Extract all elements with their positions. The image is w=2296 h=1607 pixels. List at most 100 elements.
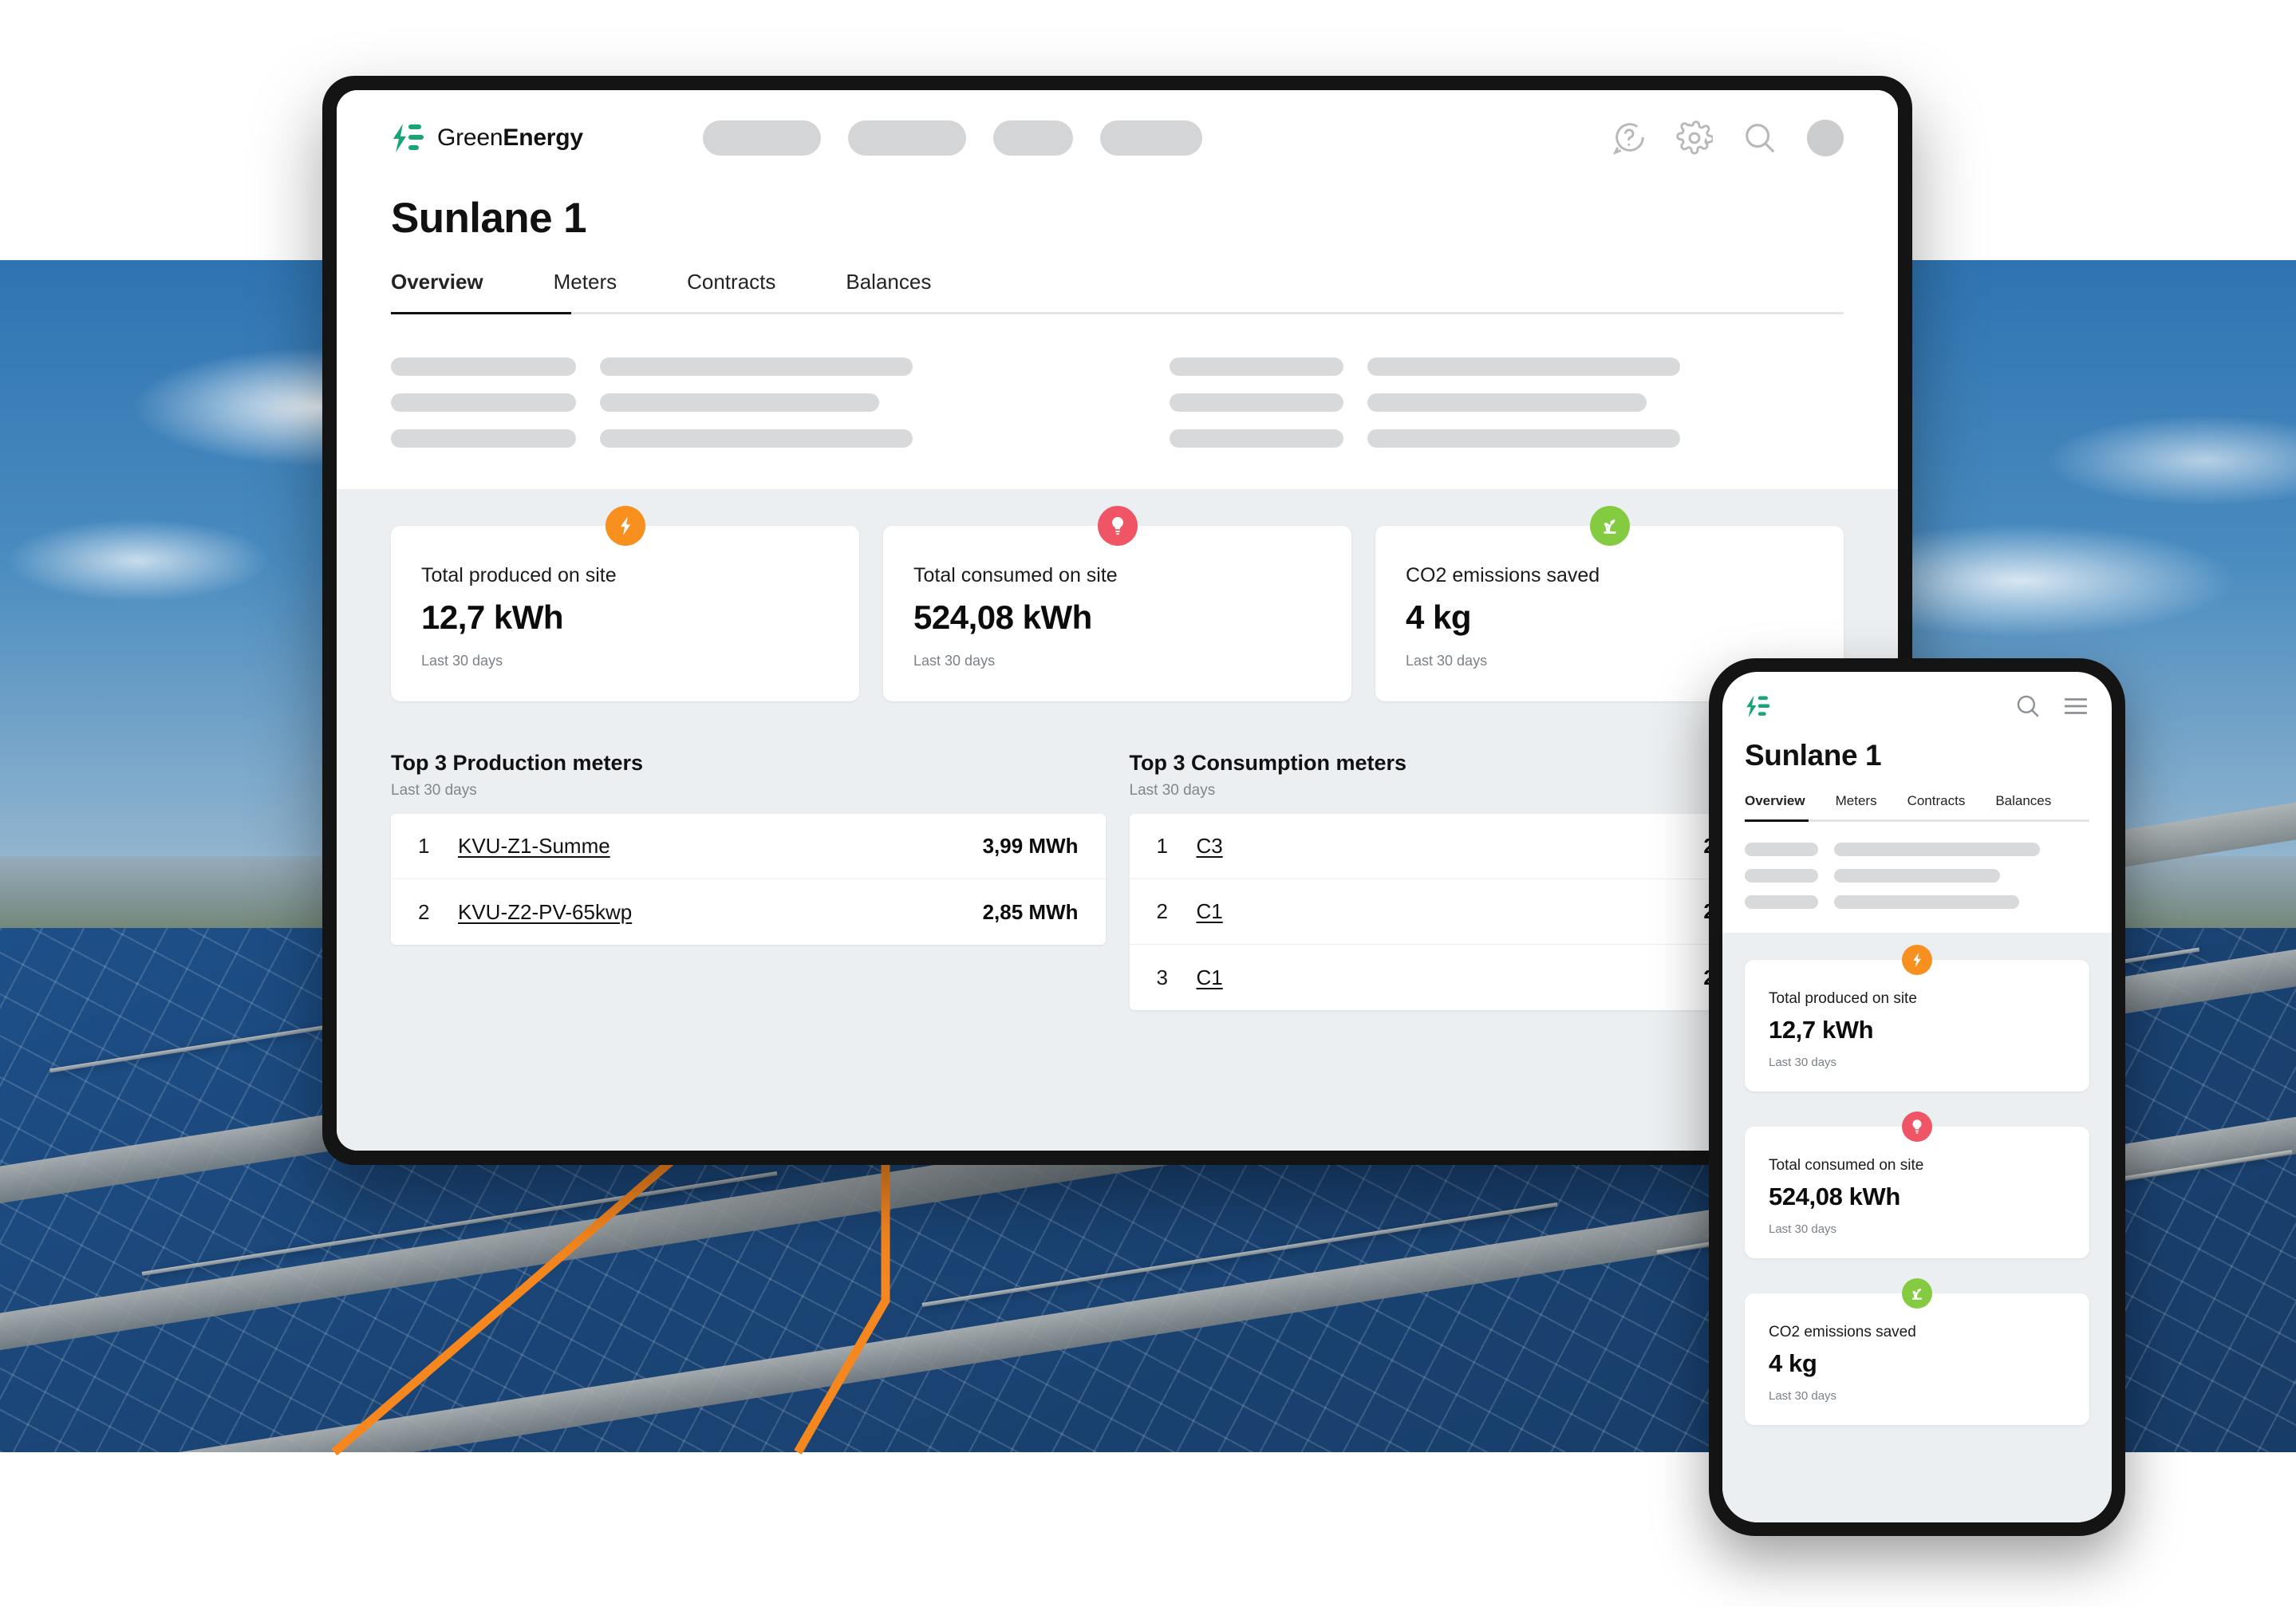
skeleton-row bbox=[391, 429, 1066, 448]
skeleton-value-bar bbox=[600, 357, 913, 376]
mobile-page-title: Sunlane 1 bbox=[1745, 739, 1882, 772]
tab-underline bbox=[391, 312, 1844, 314]
mobile-tab-underline bbox=[1745, 819, 2089, 822]
row-rank: 2 bbox=[1156, 899, 1168, 923]
skeleton-label-bar bbox=[1745, 895, 1818, 909]
meter-tables-group: Top 3 Production meters Last 30 days 1 K… bbox=[391, 751, 1844, 1010]
meter-link[interactable]: KVU-Z1-Summe bbox=[458, 834, 610, 859]
stat-value: 524,08 kWh bbox=[913, 598, 1092, 636]
lightning-bolt-badge bbox=[605, 506, 645, 546]
skeleton-label-bar bbox=[1169, 429, 1343, 448]
production-meters-block: Top 3 Production meters Last 30 days 1 K… bbox=[391, 751, 1106, 1010]
screenshot-stage: GreenEnergy Sunlane 1 Overview Meters Co… bbox=[0, 0, 2296, 1607]
section-title: Top 3 Production meters bbox=[391, 751, 644, 775]
lightbulb-badge bbox=[1097, 506, 1138, 546]
sprout-icon bbox=[1911, 1288, 1923, 1300]
tab-active-indicator bbox=[391, 312, 571, 314]
lightning-bolt-icon bbox=[1913, 952, 1921, 968]
brand-name-light: Green bbox=[437, 124, 503, 151]
stat-value: 12,7 kWh bbox=[421, 598, 564, 636]
table-row[interactable]: 2 KVU-Z2-PV-65kwp 2,85 MWh bbox=[391, 879, 1106, 945]
tab-meters[interactable]: Meters bbox=[519, 270, 652, 312]
sprout-badge bbox=[1902, 1278, 1932, 1309]
skeleton-row bbox=[1745, 869, 2089, 882]
lightbulb-badge bbox=[1902, 1111, 1932, 1142]
search-icon[interactable] bbox=[2014, 693, 2042, 720]
nav-placeholder-pill[interactable] bbox=[702, 120, 821, 156]
meter-link[interactable]: C1 bbox=[1197, 899, 1223, 924]
mobile-stat-card-total-produced: Total produced on site 12,7 kWh Last 30 … bbox=[1745, 945, 2089, 1092]
search-icon[interactable] bbox=[1742, 120, 1778, 156]
nav-placeholder-pill[interactable] bbox=[1099, 120, 1202, 156]
skeleton-label-bar bbox=[1745, 869, 1818, 882]
mobile-tab-meters[interactable]: Meters bbox=[1821, 793, 1892, 819]
skeleton-value-bar bbox=[600, 393, 879, 412]
skeleton-value-bar bbox=[1834, 895, 2019, 909]
stat-value: 4 kg bbox=[1769, 1349, 1817, 1377]
meter-link[interactable]: C3 bbox=[1197, 834, 1223, 859]
tab-overview[interactable]: Overview bbox=[391, 270, 519, 312]
nav-placeholder-pill[interactable] bbox=[992, 120, 1073, 156]
stat-card-total-consumed: Total consumed on site 524,08 kWh Last 3… bbox=[883, 506, 1351, 701]
mobile-header bbox=[1722, 672, 2112, 720]
tab-bar: Overview Meters Contracts Balances bbox=[337, 243, 1898, 314]
skeleton-label-bar bbox=[1169, 393, 1343, 412]
help-icon[interactable] bbox=[1611, 120, 1647, 156]
stat-value: 524,08 kWh bbox=[1769, 1183, 1900, 1210]
lightning-bolt-badge bbox=[1902, 945, 1932, 975]
lightning-bolt-lines-logo-icon bbox=[393, 124, 424, 152]
skeleton-row bbox=[391, 357, 1066, 376]
mobile-stat-card-total-consumed: Total consumed on site 524,08 kWh Last 3… bbox=[1745, 1111, 2089, 1258]
mobile-tab-balances[interactable]: Balances bbox=[1980, 793, 2066, 819]
stat-value: 4 kg bbox=[1406, 598, 1472, 636]
row-rank: 2 bbox=[418, 899, 430, 924]
mobile-tab-contracts[interactable]: Contracts bbox=[1892, 793, 1981, 819]
tab-contracts[interactable]: Contracts bbox=[652, 270, 811, 312]
table-row[interactable]: 1 KVU-Z1-Summe 3,99 MWh bbox=[391, 814, 1106, 879]
row-rank: 1 bbox=[418, 834, 430, 858]
overview-content: Total produced on site 12,7 kWh Last 30 … bbox=[337, 489, 1898, 1151]
nav-placeholder-pill[interactable] bbox=[847, 120, 966, 156]
stat-period: Last 30 days bbox=[421, 653, 503, 669]
stat-label: Total produced on site bbox=[421, 564, 617, 586]
lightbulb-icon bbox=[1912, 1119, 1922, 1134]
stat-period: Last 30 days bbox=[1769, 1389, 1837, 1403]
skeleton-row bbox=[1169, 429, 1844, 448]
brand-wordmark: GreenEnergy bbox=[437, 124, 583, 152]
stat-period: Last 30 days bbox=[1769, 1056, 1837, 1069]
meter-link[interactable]: C1 bbox=[1197, 965, 1223, 990]
row-rank: 1 bbox=[1156, 834, 1168, 858]
stat-label: Total consumed on site bbox=[913, 564, 1118, 586]
gear-icon[interactable] bbox=[1676, 120, 1713, 156]
skeleton-value-bar bbox=[600, 429, 913, 448]
skeleton-label-bar bbox=[391, 357, 576, 376]
meter-link[interactable]: KVU-Z2-PV-65kwp bbox=[458, 900, 632, 925]
skeleton-label-bar bbox=[1745, 843, 1818, 856]
brand-logo[interactable]: GreenEnergy bbox=[391, 123, 583, 153]
skeleton-row bbox=[1745, 895, 2089, 909]
stat-card-total-produced: Total produced on site 12,7 kWh Last 30 … bbox=[391, 506, 859, 701]
skeleton-column-left bbox=[391, 357, 1066, 448]
meter-list: 1 KVU-Z1-Summe 3,99 MWh 2 KVU-Z2-PV-65kw… bbox=[391, 814, 1106, 945]
brand-name-bold: Energy bbox=[503, 124, 583, 151]
section-period: Last 30 days bbox=[391, 782, 477, 799]
skeleton-row bbox=[1169, 357, 1844, 376]
app-header: GreenEnergy bbox=[337, 90, 1898, 186]
lightning-bolt-lines-logo-icon[interactable] bbox=[1745, 695, 1770, 718]
stat-period: Last 30 days bbox=[913, 653, 996, 669]
skeleton-value-bar bbox=[1367, 357, 1680, 376]
lightning-bolt-icon bbox=[620, 516, 630, 535]
sprout-icon bbox=[1603, 519, 1616, 534]
mobile-phone-device: Sunlane 1 Overview Meters Contracts Bala… bbox=[1709, 658, 2125, 1536]
mobile-tab-overview[interactable]: Overview bbox=[1745, 793, 1821, 819]
avatar[interactable] bbox=[1807, 120, 1844, 156]
tab-balances[interactable]: Balances bbox=[811, 270, 966, 312]
mobile-header-icon-group bbox=[2014, 693, 2089, 720]
skeleton-row bbox=[1745, 843, 2089, 856]
hamburger-menu-icon[interactable] bbox=[2062, 693, 2089, 720]
page-title: Sunlane 1 bbox=[391, 195, 587, 242]
mobile-tab-active-indicator bbox=[1745, 819, 1809, 822]
stat-period: Last 30 days bbox=[1769, 1222, 1837, 1236]
stat-value: 12,7 kWh bbox=[1769, 1016, 1874, 1044]
details-skeleton-area bbox=[337, 314, 1898, 489]
